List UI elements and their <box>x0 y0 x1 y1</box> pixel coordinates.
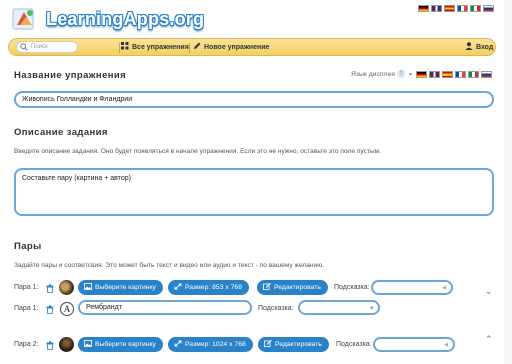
trash-icon[interactable] <box>46 284 54 293</box>
search-icon <box>20 43 28 51</box>
login-link[interactable]: Вход <box>465 42 493 53</box>
nav-divider <box>189 43 190 53</box>
header: LearningApps.org <box>0 0 512 38</box>
choose-picture-button[interactable]: Выберите картинку <box>78 280 163 295</box>
size-label: Размер: 853 x 768 <box>185 284 242 291</box>
all-exercises-label: Все упражнения <box>132 44 189 51</box>
logo[interactable]: LearningApps.org <box>10 2 204 36</box>
flag-de-icon[interactable] <box>416 70 427 78</box>
pair-2-thumbnail <box>59 337 74 352</box>
resize-handle-icon: ◀ <box>369 305 373 311</box>
flag-it-icon[interactable] <box>470 5 481 12</box>
resize-icon <box>174 340 182 347</box>
all-exercises-link[interactable]: Все упражнения <box>121 42 189 53</box>
edit-button[interactable]: Редактировать <box>258 337 329 352</box>
flag-en-icon[interactable] <box>431 5 442 12</box>
image-icon <box>84 283 92 290</box>
size-button[interactable]: Размер: 1024 x 768 <box>168 337 253 352</box>
resize-handle-icon: ◀ <box>444 342 448 348</box>
exercise-title-input[interactable]: Живопись Голландии и Фландрии <box>14 91 494 108</box>
pair-label: Пара 1: <box>14 305 39 312</box>
hint-label: Подсказка: <box>258 305 294 312</box>
hint-input[interactable]: ◀ <box>373 337 455 352</box>
nav-bar: Поиск Все упражнения Новое упражнение Вх… <box>8 38 496 56</box>
pair-label: Пара 1: <box>14 284 39 291</box>
flag-fr-icon[interactable] <box>455 70 466 78</box>
search-placeholder: Поиск <box>31 44 48 50</box>
flag-es-icon[interactable] <box>444 5 455 12</box>
display-language: Язык дисплея ? ▾ <box>351 70 492 78</box>
new-exercise-label: Новое упражнение <box>204 44 270 51</box>
new-exercise-link[interactable]: Новое упражнение <box>193 42 269 53</box>
flag-ru-icon[interactable] <box>481 70 492 78</box>
flag-en-icon[interactable] <box>429 70 440 78</box>
pairs-help: Задайте пары и соответсвия. Это может бы… <box>14 262 325 269</box>
task-description-textarea[interactable]: Составьте пару (картина + автор) <box>14 168 494 216</box>
task-description-heading: Описание задания <box>14 127 108 138</box>
pair-label: Пара 2: <box>14 341 39 348</box>
flag-it-icon[interactable] <box>468 70 479 78</box>
hint-input[interactable]: ◀ <box>371 280 453 295</box>
hint-label: Подсказка: <box>336 341 372 348</box>
flag-de-icon[interactable] <box>418 5 429 12</box>
size-button[interactable]: Размер: 853 x 768 <box>168 280 249 295</box>
help-icon[interactable]: ? <box>396 70 405 78</box>
text-type-icon[interactable]: A <box>60 302 74 316</box>
trash-icon[interactable] <box>46 341 54 350</box>
chevron-down-icon[interactable]: ⌄ <box>485 286 493 297</box>
edit-icon <box>263 283 271 290</box>
pencil-icon <box>194 42 201 49</box>
flag-es-icon[interactable] <box>442 70 453 78</box>
choose-picture-label: Выберите картинку <box>95 341 156 348</box>
scrollbar[interactable] <box>504 0 512 364</box>
edit-icon <box>264 340 272 347</box>
language-flags <box>418 5 494 12</box>
logo-text: LearningApps.org <box>46 9 205 29</box>
resize-handle-icon: ◀ <box>442 285 446 291</box>
exercise-title-heading: Название упражнения <box>14 70 127 81</box>
hint-input[interactable]: ◀ <box>298 300 380 315</box>
search-input[interactable]: Поиск <box>16 41 78 53</box>
trash-icon[interactable] <box>46 305 54 314</box>
grid-icon <box>121 42 129 50</box>
pair-1-thumbnail <box>59 280 74 295</box>
flag-fr-icon[interactable] <box>457 5 468 12</box>
logo-icon <box>12 8 34 30</box>
user-icon <box>465 42 473 50</box>
task-description-help: Введите описание задания. Оно будет появ… <box>14 148 382 155</box>
edit-label: Редактировать <box>274 284 321 291</box>
resize-icon <box>174 283 182 290</box>
image-icon <box>84 340 92 347</box>
pairs-heading: Пары <box>14 241 42 252</box>
edit-button[interactable]: Редактировать <box>257 280 328 295</box>
flag-ru-icon[interactable] <box>483 5 494 12</box>
nav-divider <box>119 43 120 53</box>
chevron-up-icon[interactable]: ⌃ <box>485 334 493 345</box>
choose-picture-label: Выберите картинку <box>95 284 156 291</box>
display-language-label: Язык дисплея <box>350 70 395 78</box>
choose-picture-button[interactable]: Выберите картинку <box>78 337 163 352</box>
dropdown-arrow-icon[interactable]: ▾ <box>409 71 412 78</box>
edit-label: Редактировать <box>275 341 322 348</box>
login-label: Вход <box>476 44 494 51</box>
hint-label: Подсказка: <box>334 284 370 291</box>
pair-text-input[interactable]: Рембрандт <box>78 300 252 315</box>
size-label: Размер: 1024 x 768 <box>185 341 246 348</box>
